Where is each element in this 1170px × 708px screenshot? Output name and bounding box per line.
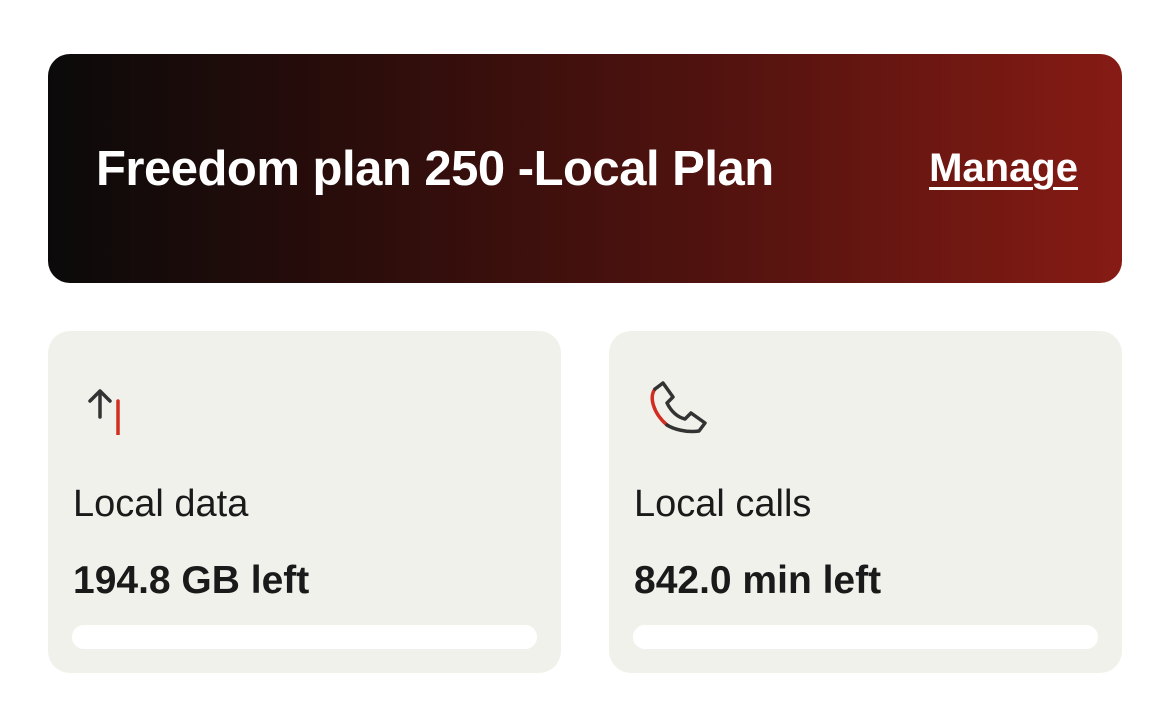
manage-link[interactable]: Manage	[929, 146, 1078, 191]
local-data-progress-fill	[72, 625, 537, 649]
plan-title: Freedom plan 250 -Local Plan	[96, 141, 774, 196]
local-data-progress-bar	[72, 625, 537, 649]
local-calls-progress-bar	[633, 625, 1098, 649]
local-calls-label: Local calls	[634, 483, 812, 525]
data-transfer-arrows-icon	[72, 355, 152, 445]
plan-overview: Freedom plan 250 -Local Plan Manage Loca…	[0, 0, 1170, 708]
plan-banner: Freedom plan 250 -Local Plan Manage	[48, 54, 1122, 283]
local-data-value: 194.8 GB left	[73, 559, 310, 602]
local-calls-card[interactable]: Local calls 842.0 min left	[609, 331, 1122, 673]
local-data-label: Local data	[73, 483, 249, 525]
local-data-card[interactable]: Local data 194.8 GB left	[48, 331, 561, 673]
phone-icon	[633, 355, 713, 435]
local-calls-value: 842.0 min left	[634, 559, 882, 602]
local-calls-progress-fill	[633, 625, 1098, 649]
